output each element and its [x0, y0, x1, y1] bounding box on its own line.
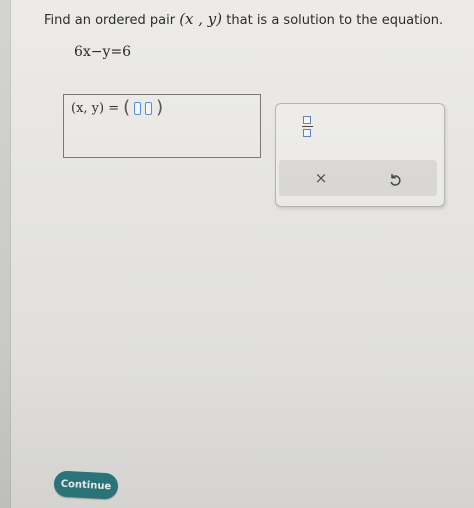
- question-suffix: that is a solution to the equation.: [226, 13, 444, 28]
- fraction-button[interactable]: [300, 112, 314, 140]
- fraction-denominator-box: [303, 128, 311, 137]
- close-paren: ): [156, 97, 164, 118]
- question-text: Find an ordered pair (x , y) that is a s…: [44, 10, 443, 28]
- answer-line: (x, y) = ( ): [71, 99, 163, 117]
- question-page: Find an ordered pair (x , y) that is a s…: [10, 0, 474, 508]
- continue-button[interactable]: Continue: [53, 470, 119, 500]
- equation: 6x−y=6: [74, 44, 132, 60]
- open-paren: (: [123, 97, 131, 118]
- x-value-slot[interactable]: [134, 101, 142, 115]
- fraction-numerator-box: [303, 115, 311, 124]
- action-strip: ×: [279, 160, 437, 196]
- clear-button[interactable]: ×: [311, 168, 331, 188]
- fraction-bar: [301, 125, 313, 127]
- undo-icon: [390, 173, 401, 186]
- question-prefix: Find an ordered pair: [44, 13, 176, 28]
- math-tool-panel: ×: [275, 103, 445, 207]
- answer-input-box[interactable]: (x, y) = ( ): [63, 94, 261, 158]
- close-icon: ×: [314, 169, 328, 187]
- fraction-icon: [301, 115, 313, 137]
- undo-button[interactable]: [385, 170, 405, 190]
- question-pair: (x , y): [179, 10, 223, 28]
- y-value-slot[interactable]: [145, 101, 153, 115]
- answer-label: (x, y) =: [71, 100, 120, 116]
